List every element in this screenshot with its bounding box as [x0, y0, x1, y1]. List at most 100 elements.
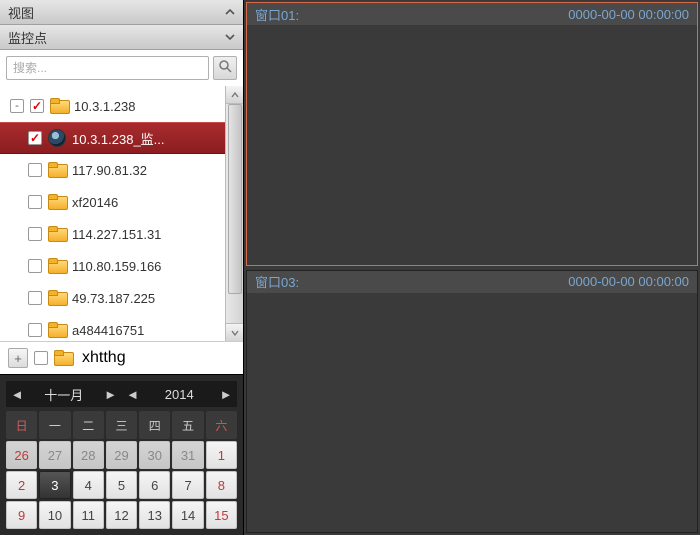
tree-bottom-controls: + xhtthg	[0, 341, 243, 374]
calendar: ◄ 十一月 ► ◄ 2014 ► 日一二三四五六2627282930311234…	[0, 374, 243, 535]
tree-label: 10.3.1.238	[74, 99, 135, 114]
tree-row[interactable]: xf20146	[0, 186, 243, 218]
next-month-button[interactable]: ►	[100, 381, 122, 407]
calendar-day[interactable]: 11	[73, 501, 104, 529]
folder-icon	[50, 99, 68, 113]
calendar-day[interactable]: 9	[6, 501, 37, 529]
next-year-button[interactable]: ►	[215, 381, 237, 407]
section-monitor-label: 监控点	[8, 28, 47, 47]
tree-checkbox[interactable]	[28, 195, 42, 209]
bottom-device-label: xhtthg	[82, 349, 126, 367]
chevron-down-icon	[225, 32, 235, 42]
calendar-day[interactable]: 15	[206, 501, 237, 529]
calendar-dow: 三	[106, 411, 137, 439]
calendar-day[interactable]: 27	[39, 441, 70, 469]
tree-checkbox[interactable]	[30, 99, 44, 113]
tree-checkbox[interactable]	[28, 131, 42, 145]
scroll-down-button[interactable]	[226, 323, 243, 341]
video-cell-timestamp: 0000-00-00 00:00:00	[568, 7, 689, 22]
folder-icon	[48, 163, 66, 177]
search-icon	[218, 59, 232, 78]
tree-checkbox[interactable]	[28, 291, 42, 305]
calendar-year-label: 2014	[144, 387, 216, 402]
calendar-dow: 日	[6, 411, 37, 439]
calendar-day[interactable]: 7	[172, 471, 203, 499]
prev-month-button[interactable]: ◄	[6, 381, 28, 407]
tree-checkbox[interactable]	[28, 259, 42, 273]
tree-checkbox[interactable]	[28, 323, 42, 337]
search-button[interactable]	[213, 56, 237, 80]
calendar-header: ◄ 十一月 ► ◄ 2014 ►	[6, 381, 237, 407]
video-grid: 窗口01: 0000-00-00 00:00:00 窗口03: 0000-00-00 …	[244, 0, 700, 535]
tree-row[interactable]: 110.80.159.166	[0, 250, 243, 282]
tree-label: 10.3.1.238_监...	[72, 129, 165, 148]
calendar-month-label: 十一月	[28, 385, 100, 404]
calendar-dow: 二	[73, 411, 104, 439]
select-all-checkbox[interactable]	[34, 351, 48, 365]
tree-row[interactable]: - 10.3.1.238	[0, 90, 243, 122]
video-cell-header: 窗口03: 0000-00-00 00:00:00	[247, 271, 697, 293]
scroll-up-button[interactable]	[226, 86, 243, 104]
folder-icon	[48, 195, 66, 209]
prev-year-button[interactable]: ◄	[122, 381, 144, 407]
tree-label: 114.227.151.31	[72, 227, 161, 242]
tree-label: a484416751	[72, 323, 144, 338]
tree-row[interactable]: 114.227.151.31	[0, 218, 243, 250]
calendar-day[interactable]: 13	[139, 501, 170, 529]
calendar-grid: 日一二三四五六262728293031123456789101112131415	[6, 411, 237, 529]
calendar-dow: 五	[172, 411, 203, 439]
video-cell-header: 窗口01: 0000-00-00 00:00:00	[247, 3, 697, 25]
section-monitor-header[interactable]: 监控点	[0, 25, 243, 50]
tree-checkbox[interactable]	[28, 227, 42, 241]
video-cell-title: 窗口03:	[255, 272, 299, 291]
calendar-day[interactable]: 31	[172, 441, 203, 469]
chevron-up-icon	[225, 7, 235, 17]
calendar-day[interactable]: 1	[206, 441, 237, 469]
search-row	[0, 50, 243, 86]
tree-row[interactable]: 49.73.187.225	[0, 282, 243, 314]
calendar-day[interactable]: 5	[106, 471, 137, 499]
calendar-day[interactable]: 12	[106, 501, 137, 529]
calendar-day[interactable]: 4	[73, 471, 104, 499]
calendar-day[interactable]: 28	[73, 441, 104, 469]
calendar-day[interactable]: 10	[39, 501, 70, 529]
folder-icon	[54, 351, 72, 365]
calendar-dow: 四	[139, 411, 170, 439]
folder-icon	[48, 227, 66, 241]
tree-row[interactable]: a484416751	[0, 314, 243, 341]
calendar-day[interactable]: 2	[6, 471, 37, 499]
calendar-day[interactable]: 29	[106, 441, 137, 469]
folder-icon	[48, 259, 66, 273]
search-input[interactable]	[6, 56, 209, 80]
tree-toggle[interactable]: -	[10, 99, 24, 113]
calendar-dow: 一	[39, 411, 70, 439]
calendar-day[interactable]: 26	[6, 441, 37, 469]
section-view-header[interactable]: 视图	[0, 0, 243, 25]
tree-label: 49.73.187.225	[72, 291, 155, 306]
folder-icon	[48, 323, 66, 337]
calendar-day[interactable]: 30	[139, 441, 170, 469]
tree-checkbox[interactable]	[28, 163, 42, 177]
left-panel: 视图 监控点 - 10.3.1.238 10.3.1.238_监... 117.90.…	[0, 0, 244, 535]
calendar-day[interactable]: 8	[206, 471, 237, 499]
tree-label: 117.90.81.32	[72, 163, 147, 178]
video-cell[interactable]: 窗口01: 0000-00-00 00:00:00	[246, 2, 698, 266]
video-cell[interactable]: 窗口03: 0000-00-00 00:00:00	[246, 270, 698, 534]
tree-row[interactable]: 10.3.1.238_监...	[0, 122, 243, 154]
device-tree: - 10.3.1.238 10.3.1.238_监... 117.90.81.32 xf…	[0, 86, 243, 341]
folder-icon	[48, 291, 66, 305]
tree-scrollbar[interactable]	[225, 86, 243, 341]
tree-label: xf20146	[72, 195, 118, 210]
scrollbar-thumb[interactable]	[228, 104, 242, 294]
section-view-label: 视图	[8, 3, 34, 22]
calendar-day[interactable]: 6	[139, 471, 170, 499]
video-cell-timestamp: 0000-00-00 00:00:00	[568, 274, 689, 289]
camera-icon	[48, 129, 66, 147]
add-device-button[interactable]: +	[8, 348, 28, 368]
video-cell-title: 窗口01:	[255, 5, 299, 24]
calendar-day[interactable]: 3	[39, 471, 70, 499]
tree-row[interactable]: 117.90.81.32	[0, 154, 243, 186]
calendar-dow: 六	[206, 411, 237, 439]
tree-label: 110.80.159.166	[72, 259, 161, 274]
calendar-day[interactable]: 14	[172, 501, 203, 529]
